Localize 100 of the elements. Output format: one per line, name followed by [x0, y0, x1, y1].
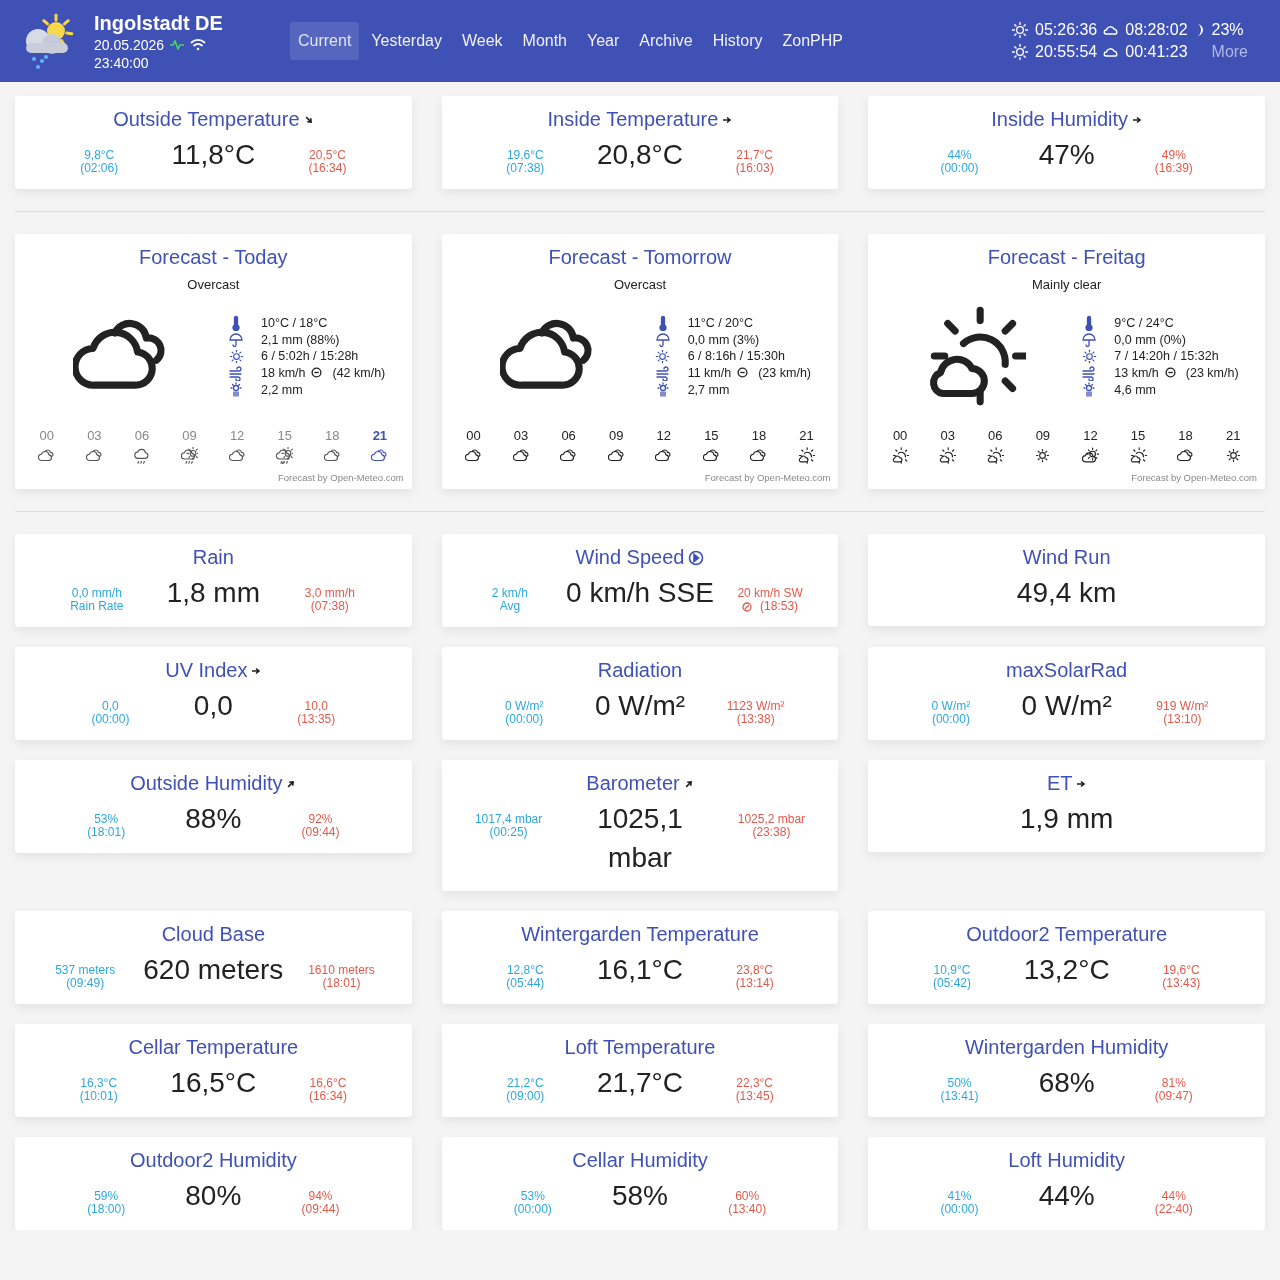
- card-title: Wind Speed: [575, 546, 685, 569]
- weather-icon: [323, 447, 341, 464]
- precipitation-text: 0,0 mm (3%): [687, 332, 761, 347]
- nav-tab[interactable]: Current: [290, 22, 360, 60]
- low-reading: (09:00): [506, 1090, 545, 1103]
- card-title: Loft Temperature: [564, 1036, 716, 1059]
- low-reading: 19,6°C: [506, 149, 544, 162]
- current-value: 1,8 mm: [166, 576, 260, 610]
- card-title: Loft Humidity: [1008, 1149, 1125, 1172]
- high-reading: (09:44): [301, 826, 340, 839]
- nav-tab[interactable]: Month: [514, 22, 575, 60]
- direction-icon: [737, 367, 749, 378]
- card-title: Rain: [192, 546, 234, 569]
- forecast-hour: 21: [372, 428, 388, 443]
- high-reading: (07:38): [310, 600, 349, 613]
- forecast-hour: 15: [1130, 428, 1146, 443]
- forecast-hour: 12: [229, 428, 245, 443]
- nav-tab[interactable]: Week: [453, 22, 511, 60]
- forecast-hour: 03: [940, 428, 955, 443]
- low-reading: (10:01): [79, 1090, 118, 1103]
- trend-arrow-icon: [722, 114, 733, 125]
- high-reading: 60%: [735, 1190, 760, 1203]
- high-reading: 44%: [1161, 1190, 1186, 1203]
- high-reading: 3,0 mm/h: [304, 587, 355, 600]
- high-reading: (16:03): [735, 162, 774, 175]
- low-reading: 0 W/m²: [504, 700, 544, 713]
- weather-icon: [181, 447, 199, 464]
- high-reading: (13:35): [297, 713, 336, 726]
- current-value: 80%: [185, 1179, 242, 1213]
- nav-tab[interactable]: History: [704, 22, 771, 60]
- card-title: Forecast - Today: [139, 246, 288, 269]
- weather-icon: [750, 447, 768, 464]
- low-reading: 2 km/h: [491, 587, 528, 600]
- forecast-hour: 06: [134, 428, 150, 443]
- card-title: Cloud Base: [161, 923, 266, 946]
- low-reading: (00:00): [513, 1203, 552, 1216]
- high-reading: 1123 W/m²: [726, 700, 785, 713]
- more-link[interactable]: More: [1211, 43, 1248, 61]
- current-value: 1,9 mm: [1019, 802, 1114, 836]
- high-reading: (16:34): [308, 162, 347, 175]
- card-title: Forecast - Tomorrow: [548, 246, 732, 269]
- card-title: Wind Run: [1022, 546, 1111, 569]
- sun-hours-text: 7 / 14:20h / 15:32h: [1114, 349, 1220, 363]
- high-reading: 92%: [308, 813, 333, 826]
- wind-gust-text: (23 km/h): [1185, 365, 1239, 380]
- low-reading: (00:00): [940, 162, 979, 175]
- high-reading: (13:10): [1163, 713, 1202, 726]
- low-reading: (00:00): [505, 713, 544, 726]
- forecast-hour: 09: [608, 428, 624, 443]
- sun-icon: [228, 348, 244, 364]
- high-reading: (18:53): [760, 600, 799, 613]
- nav-tab[interactable]: Year: [579, 22, 628, 60]
- high-reading: (13:40): [728, 1203, 767, 1216]
- forecast-hour: 15: [277, 428, 292, 443]
- forecast-credit: Forecast by Open-Meteo.com: [1131, 472, 1257, 483]
- low-reading: (09:49): [66, 977, 105, 990]
- evapotranspiration-text: 2,2 mm: [261, 382, 304, 397]
- wind-gust-text: (42 km/h): [332, 365, 386, 380]
- high-reading: 1610 meters: [308, 964, 375, 977]
- current-value: 0 W/m²: [594, 689, 686, 723]
- weather-icon: [1177, 447, 1195, 464]
- forecast-hour: 00: [892, 428, 908, 443]
- weather-icon: [1034, 447, 1052, 464]
- nav-tab[interactable]: Yesterday: [363, 22, 450, 60]
- low-reading: 59%: [94, 1190, 119, 1203]
- card-title: Barometer: [586, 772, 680, 795]
- current-value: 0 W/m²: [1021, 689, 1112, 723]
- nav-tab[interactable]: ZonPHP: [774, 22, 851, 60]
- precipitation-text: 2,1 mm (88%): [261, 332, 341, 347]
- direction-icon: [742, 601, 753, 612]
- wind-icon: [1081, 364, 1098, 381]
- high-reading: (16:39): [1154, 162, 1193, 175]
- high-reading: (22:40): [1154, 1203, 1193, 1216]
- station-name: Ingolstadt DE: [94, 11, 223, 35]
- wind-speed-text: 13 km/h: [1114, 365, 1159, 380]
- current-value: 21,7°C: [597, 1066, 683, 1100]
- weather-icon: [702, 447, 720, 464]
- low-reading: 0 W/m²: [931, 700, 971, 713]
- sun-time: 05:26:36: [1035, 21, 1098, 39]
- current-value: 11,8°C: [171, 138, 256, 172]
- card-title: Inside Temperature: [547, 108, 719, 131]
- weather-icon: [986, 447, 1004, 464]
- high-reading: 20,5°C: [309, 149, 346, 162]
- low-reading: 0,0: [102, 700, 119, 713]
- umbrella-icon: [228, 331, 244, 348]
- forecast-condition: Overcast: [187, 277, 240, 292]
- forecast-hour: 00: [466, 428, 481, 443]
- card-title: Outside Temperature: [113, 108, 300, 131]
- weather-icon: [939, 447, 957, 464]
- high-reading: 19,6°C: [1162, 964, 1200, 977]
- moon-time: 08:28:02: [1125, 21, 1188, 39]
- low-reading: 53%: [520, 1190, 545, 1203]
- forecast-hour: 09: [182, 428, 197, 443]
- low-reading: Avg: [499, 600, 521, 613]
- high-reading: (13:43): [1162, 977, 1201, 990]
- forecast-hour: 09: [1035, 428, 1051, 443]
- current-value: 16,1°C: [597, 953, 683, 987]
- nav-tab[interactable]: Archive: [631, 22, 701, 60]
- high-reading: 81%: [1161, 1077, 1186, 1090]
- forecast-hour: 21: [1225, 428, 1241, 443]
